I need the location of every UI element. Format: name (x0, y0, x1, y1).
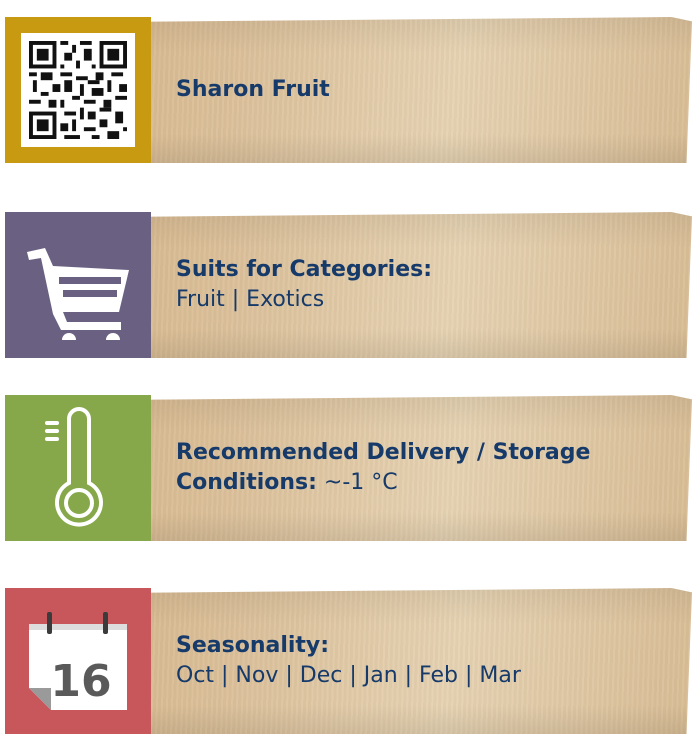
seasonality-text: Seasonality: Oct | Nov | Dec | Jan | Feb… (176, 588, 652, 734)
qr-badge (5, 17, 151, 163)
calendar-day: 16 (50, 656, 111, 707)
categories-value: Fruit | Exotics (176, 287, 325, 312)
storage-text: Recommended Delivery / Storage Condition… (176, 395, 652, 541)
storage-value: ~-1 °C (316, 470, 398, 495)
seasonality-value: Oct | Nov | Dec | Jan | Feb | Mar (176, 663, 521, 688)
thermometer-icon (45, 407, 103, 527)
product-name: Sharon Fruit (176, 77, 330, 103)
shopping-cart-icon (27, 248, 129, 340)
cart-badge (5, 212, 151, 358)
categories-label: Suits for Categories: (176, 257, 433, 283)
calendar-badge: 16 (5, 588, 151, 734)
calendar-icon: 16 (29, 612, 127, 710)
product-text: Sharon Fruit (176, 17, 652, 163)
storage-card: Recommended Delivery / Storage Condition… (5, 395, 692, 541)
categories-text: Suits for Categories: Fruit | Exotics (176, 212, 652, 358)
seasonality-card: 16 Seasonality: Oct | Nov | Dec | Jan | … (5, 588, 692, 734)
storage-label: Recommended Delivery / Storage (176, 440, 591, 466)
seasonality-label: Seasonality: (176, 633, 330, 659)
storage-label-line2: Conditions: (176, 470, 317, 495)
product-card: Sharon Fruit (5, 17, 692, 163)
categories-card: Suits for Categories: Fruit | Exotics (5, 212, 692, 358)
qr-code-icon (21, 33, 135, 147)
thermometer-badge (5, 395, 151, 541)
storage-line2: Conditions: ~-1 °C (176, 468, 652, 498)
